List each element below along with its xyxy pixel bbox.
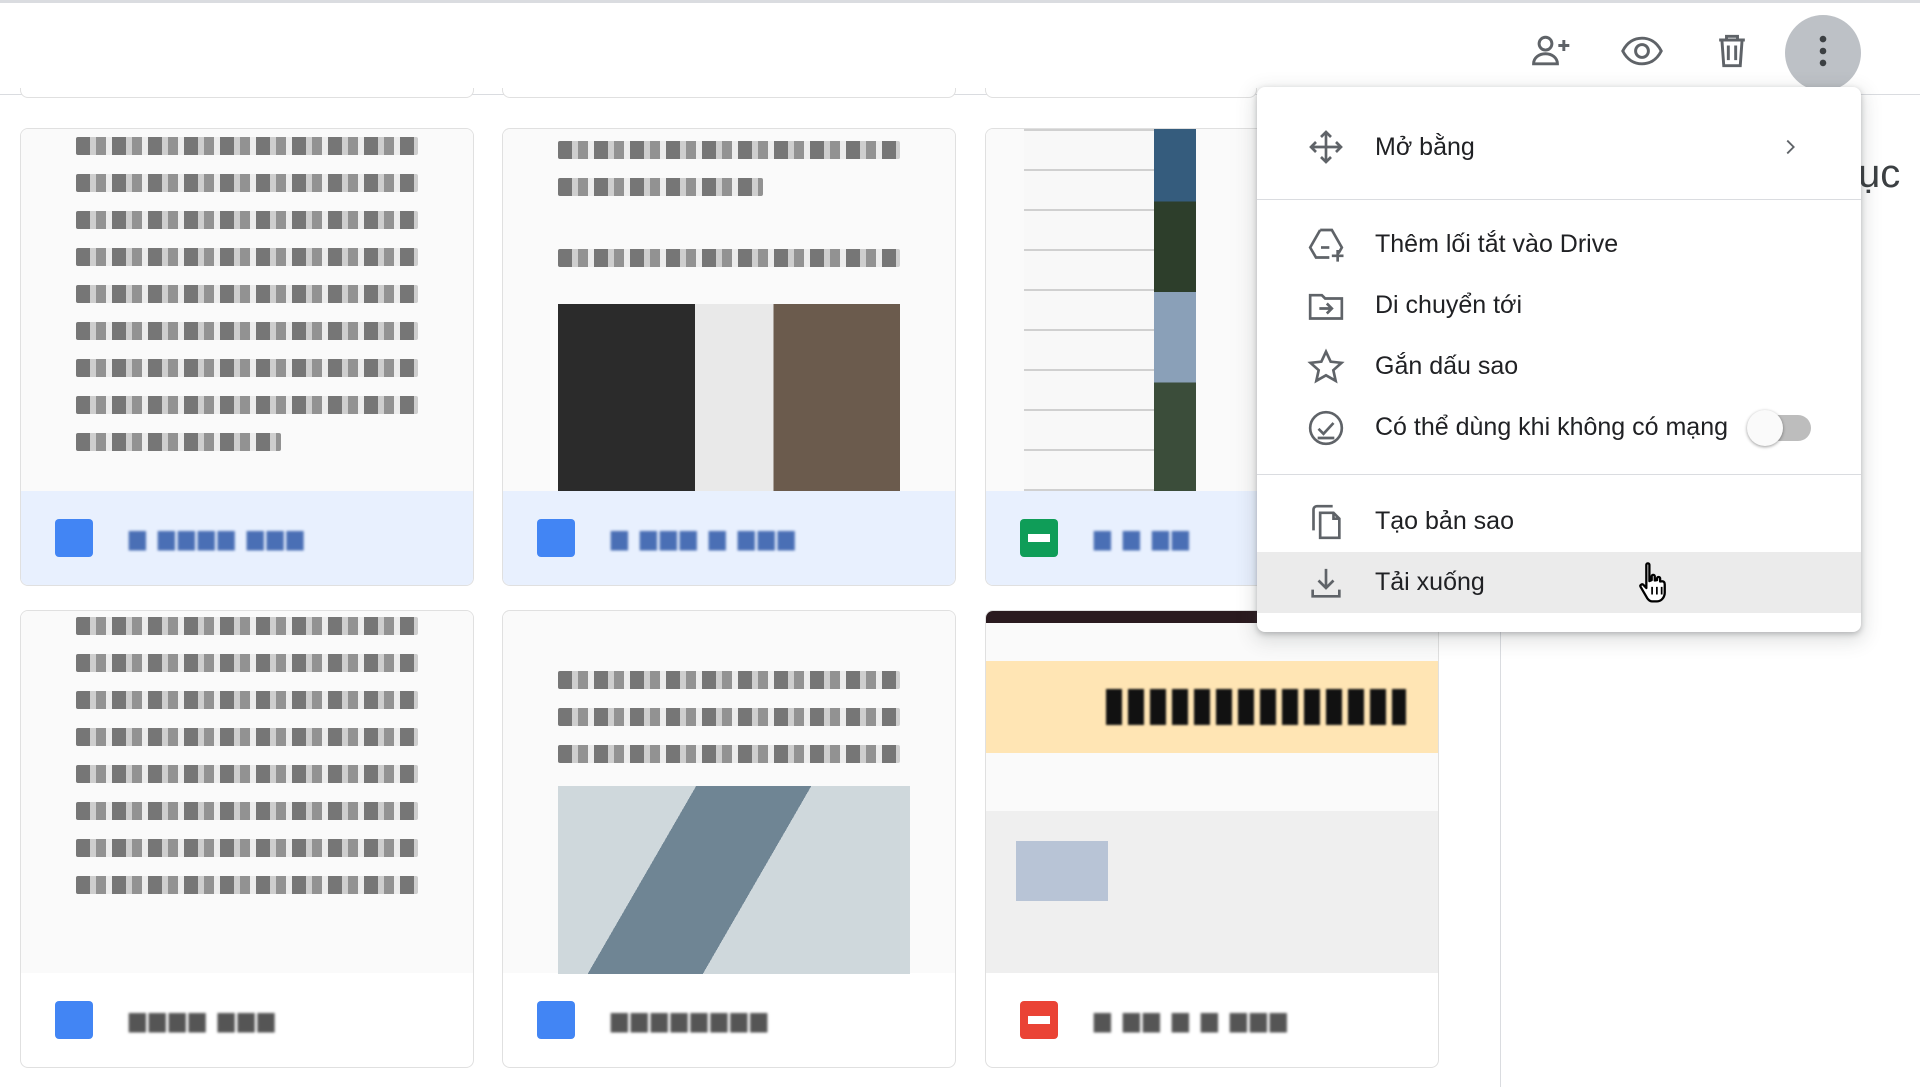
person-add-icon: [1529, 29, 1573, 78]
file-name-bar: ▆▆▆▆ ▆▆▆: [21, 973, 473, 1067]
file-name-bar: ▆ ▆▆▆ ▆ ▆▆▆: [503, 491, 955, 585]
file-card[interactable]: ▆ ▆▆ ▆ ▆ ▆▆▆: [985, 610, 1439, 1068]
offline-toggle[interactable]: [1747, 409, 1811, 446]
toolbar: [0, 3, 1920, 95]
file-name: ▆ ▆▆▆▆ ▆▆▆: [129, 525, 307, 550]
file-thumbnail: [986, 129, 1257, 491]
eye-icon: [1620, 29, 1664, 78]
menu-item-available-offline[interactable]: Có thể dùng khi không có mạng: [1257, 397, 1861, 458]
menu-item-label: Tải xuống: [1375, 568, 1485, 596]
share-button[interactable]: [1513, 15, 1589, 91]
file-card[interactable]: ▆ ▆ ▆▆: [985, 128, 1257, 586]
menu-item-make-copy[interactable]: Tạo bản sao: [1257, 491, 1861, 552]
chevron-right-icon: [1779, 136, 1801, 158]
card-edge: [20, 88, 474, 98]
context-menu: Mở bằng Thêm lối tắt vào Drive Di chuyển…: [1257, 87, 1861, 632]
file-name-bar: ▆▆▆▆▆▆▆▆: [503, 973, 955, 1067]
file-card[interactable]: ▆ ▆▆▆ ▆ ▆▆▆: [502, 128, 956, 586]
file-card[interactable]: ▆▆▆▆ ▆▆▆: [20, 610, 474, 1068]
file-name: ▆ ▆ ▆▆: [1094, 525, 1192, 550]
menu-item-open-with[interactable]: Mở bằng: [1257, 95, 1861, 199]
menu-item-download[interactable]: Tải xuống: [1257, 552, 1861, 613]
copy-icon: [1305, 501, 1347, 543]
pdf-image: [1016, 841, 1108, 901]
menu-item-label: Gắn dấu sao: [1375, 352, 1519, 380]
menu-item-move-to[interactable]: Di chuyển tới: [1257, 275, 1861, 336]
menu-item-label: Tạo bản sao: [1375, 507, 1514, 535]
add-shortcut-icon: [1305, 224, 1347, 266]
card-edge: [502, 88, 956, 98]
file-name: ▆ ▆▆ ▆ ▆ ▆▆▆: [1094, 1007, 1290, 1032]
details-panel-title: ục: [1858, 152, 1901, 196]
menu-divider: [1257, 474, 1861, 475]
more-vert-icon: [1801, 29, 1845, 78]
hand-pointer-cursor-icon: [1639, 562, 1666, 603]
docs-icon: [537, 519, 575, 557]
file-thumbnail: [503, 611, 955, 974]
menu-item-label: Thêm lối tắt vào Drive: [1375, 230, 1619, 258]
toggle-knob: [1747, 409, 1783, 446]
file-card[interactable]: ▆ ▆▆▆▆ ▆▆▆: [20, 128, 474, 586]
move-to-folder-icon: [1305, 285, 1347, 327]
embedded-photo: [558, 304, 900, 494]
file-thumbnail: [21, 611, 473, 973]
menu-item-label: Di chuyển tới: [1375, 291, 1523, 319]
file-thumbnail: [503, 129, 955, 494]
file-thumbnail: [986, 611, 1438, 973]
file-name: ▆▆▆▆ ▆▆▆: [129, 1007, 278, 1032]
menu-item-star[interactable]: Gắn dấu sao: [1257, 336, 1861, 397]
docs-icon: [55, 519, 93, 557]
pdf-icon: [1020, 1001, 1058, 1039]
file-name-bar: ▆ ▆▆▆▆ ▆▆▆: [21, 491, 473, 585]
trash-icon: [1710, 29, 1754, 78]
delete-button[interactable]: [1694, 15, 1770, 91]
menu-item-label: Mở bằng: [1375, 132, 1475, 161]
pdf-banner-title: [1106, 689, 1406, 725]
file-card[interactable]: ▆▆▆▆▆▆▆▆: [502, 610, 956, 1068]
card-edge: [985, 88, 1257, 98]
file-name: ▆▆▆▆▆▆▆▆: [611, 1007, 771, 1032]
file-name-bar: ▆ ▆▆ ▆ ▆ ▆▆▆: [986, 973, 1438, 1067]
star-icon: [1305, 346, 1347, 388]
docs-icon: [55, 1001, 93, 1039]
offline-check-icon: [1305, 407, 1347, 449]
menu-item-add-shortcut[interactable]: Thêm lối tắt vào Drive: [1257, 214, 1861, 275]
download-icon: [1305, 562, 1347, 604]
docs-icon: [537, 1001, 575, 1039]
sheets-icon: [1020, 519, 1058, 557]
menu-divider: [1257, 199, 1861, 200]
more-actions-button[interactable]: [1785, 15, 1861, 91]
file-name: ▆ ▆▆▆ ▆ ▆▆▆: [611, 525, 798, 550]
embedded-photo: [558, 786, 910, 974]
spreadsheet-images: [1154, 129, 1196, 491]
preview-button[interactable]: [1604, 15, 1680, 91]
menu-item-label: Có thể dùng khi không có mạng: [1375, 413, 1729, 441]
spreadsheet-grid: [1024, 129, 1174, 491]
open-with-icon: [1305, 126, 1347, 168]
file-thumbnail: [21, 129, 473, 491]
file-name-bar: ▆ ▆ ▆▆: [986, 491, 1257, 585]
